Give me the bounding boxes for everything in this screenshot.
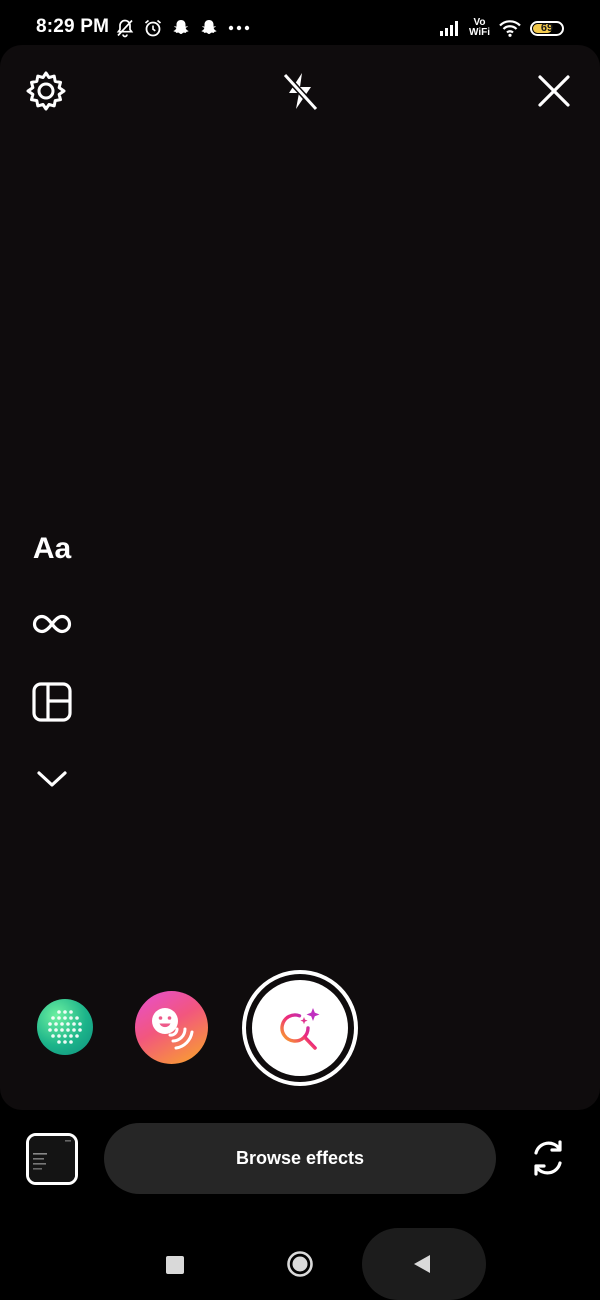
flash-toggle-button[interactable] [277, 68, 323, 114]
alarm-icon [144, 19, 162, 37]
nav-recents-button[interactable] [164, 1254, 186, 1276]
smiley-wave-icon [152, 1008, 194, 1050]
layout-button[interactable] [28, 680, 76, 724]
status-right-icons: Vo WiFi 69 [439, 13, 564, 43]
camera-preview[interactable] [0, 45, 600, 1110]
sparkle-search-icon [280, 1008, 320, 1050]
notifications-off-icon [116, 19, 134, 38]
green-dot-effect-button[interactable] [37, 999, 93, 1055]
status-left-icons [115, 13, 251, 43]
close-icon [538, 75, 570, 107]
battery-indicator: 69 [530, 20, 564, 36]
more-dots-icon [228, 25, 250, 31]
circle-home-icon [287, 1251, 313, 1277]
boomerang-button[interactable] [28, 606, 76, 642]
layout-icon [32, 682, 72, 722]
status-time: 8:29 PM [36, 16, 110, 37]
gear-icon [26, 71, 66, 111]
snapchat-icon [173, 20, 189, 34]
gallery-preview-image [29, 1136, 75, 1182]
expand-tools-button[interactable] [28, 763, 76, 795]
battery-level: 69 [540, 21, 554, 34]
wifi-icon [499, 20, 521, 37]
browse-effects-button[interactable]: Browse effects [104, 1123, 496, 1194]
vowifi-bottom: WiFi [468, 27, 490, 38]
flash-off-icon [282, 72, 319, 112]
infinity-icon [32, 614, 72, 634]
vowifi-indicator: Vo WiFi [469, 18, 490, 38]
shutter-button[interactable] [242, 970, 358, 1086]
create-mode-button[interactable]: Aa [28, 527, 76, 571]
flip-camera-button[interactable] [526, 1136, 570, 1180]
close-button[interactable] [531, 68, 577, 114]
smiley-wave-effect-button[interactable] [135, 991, 208, 1064]
settings-button[interactable] [23, 68, 69, 114]
square-icon [166, 1256, 184, 1274]
chevron-down-icon [37, 771, 67, 787]
dot-matrix-icon [48, 1010, 82, 1044]
nav-back-button[interactable] [410, 1252, 434, 1276]
camera-flip-icon [534, 1140, 562, 1176]
nav-home-button[interactable] [286, 1250, 314, 1278]
signal-icon [439, 21, 458, 36]
gallery-thumbnail-button[interactable] [26, 1133, 78, 1185]
create-mode-label: Aa [32, 532, 72, 565]
triangle-back-icon [414, 1255, 430, 1273]
status-bar: 8:29 PM Vo WiFi 69 [0, 0, 600, 48]
shutter-inner [252, 980, 348, 1076]
snapchat-icon [201, 20, 217, 34]
